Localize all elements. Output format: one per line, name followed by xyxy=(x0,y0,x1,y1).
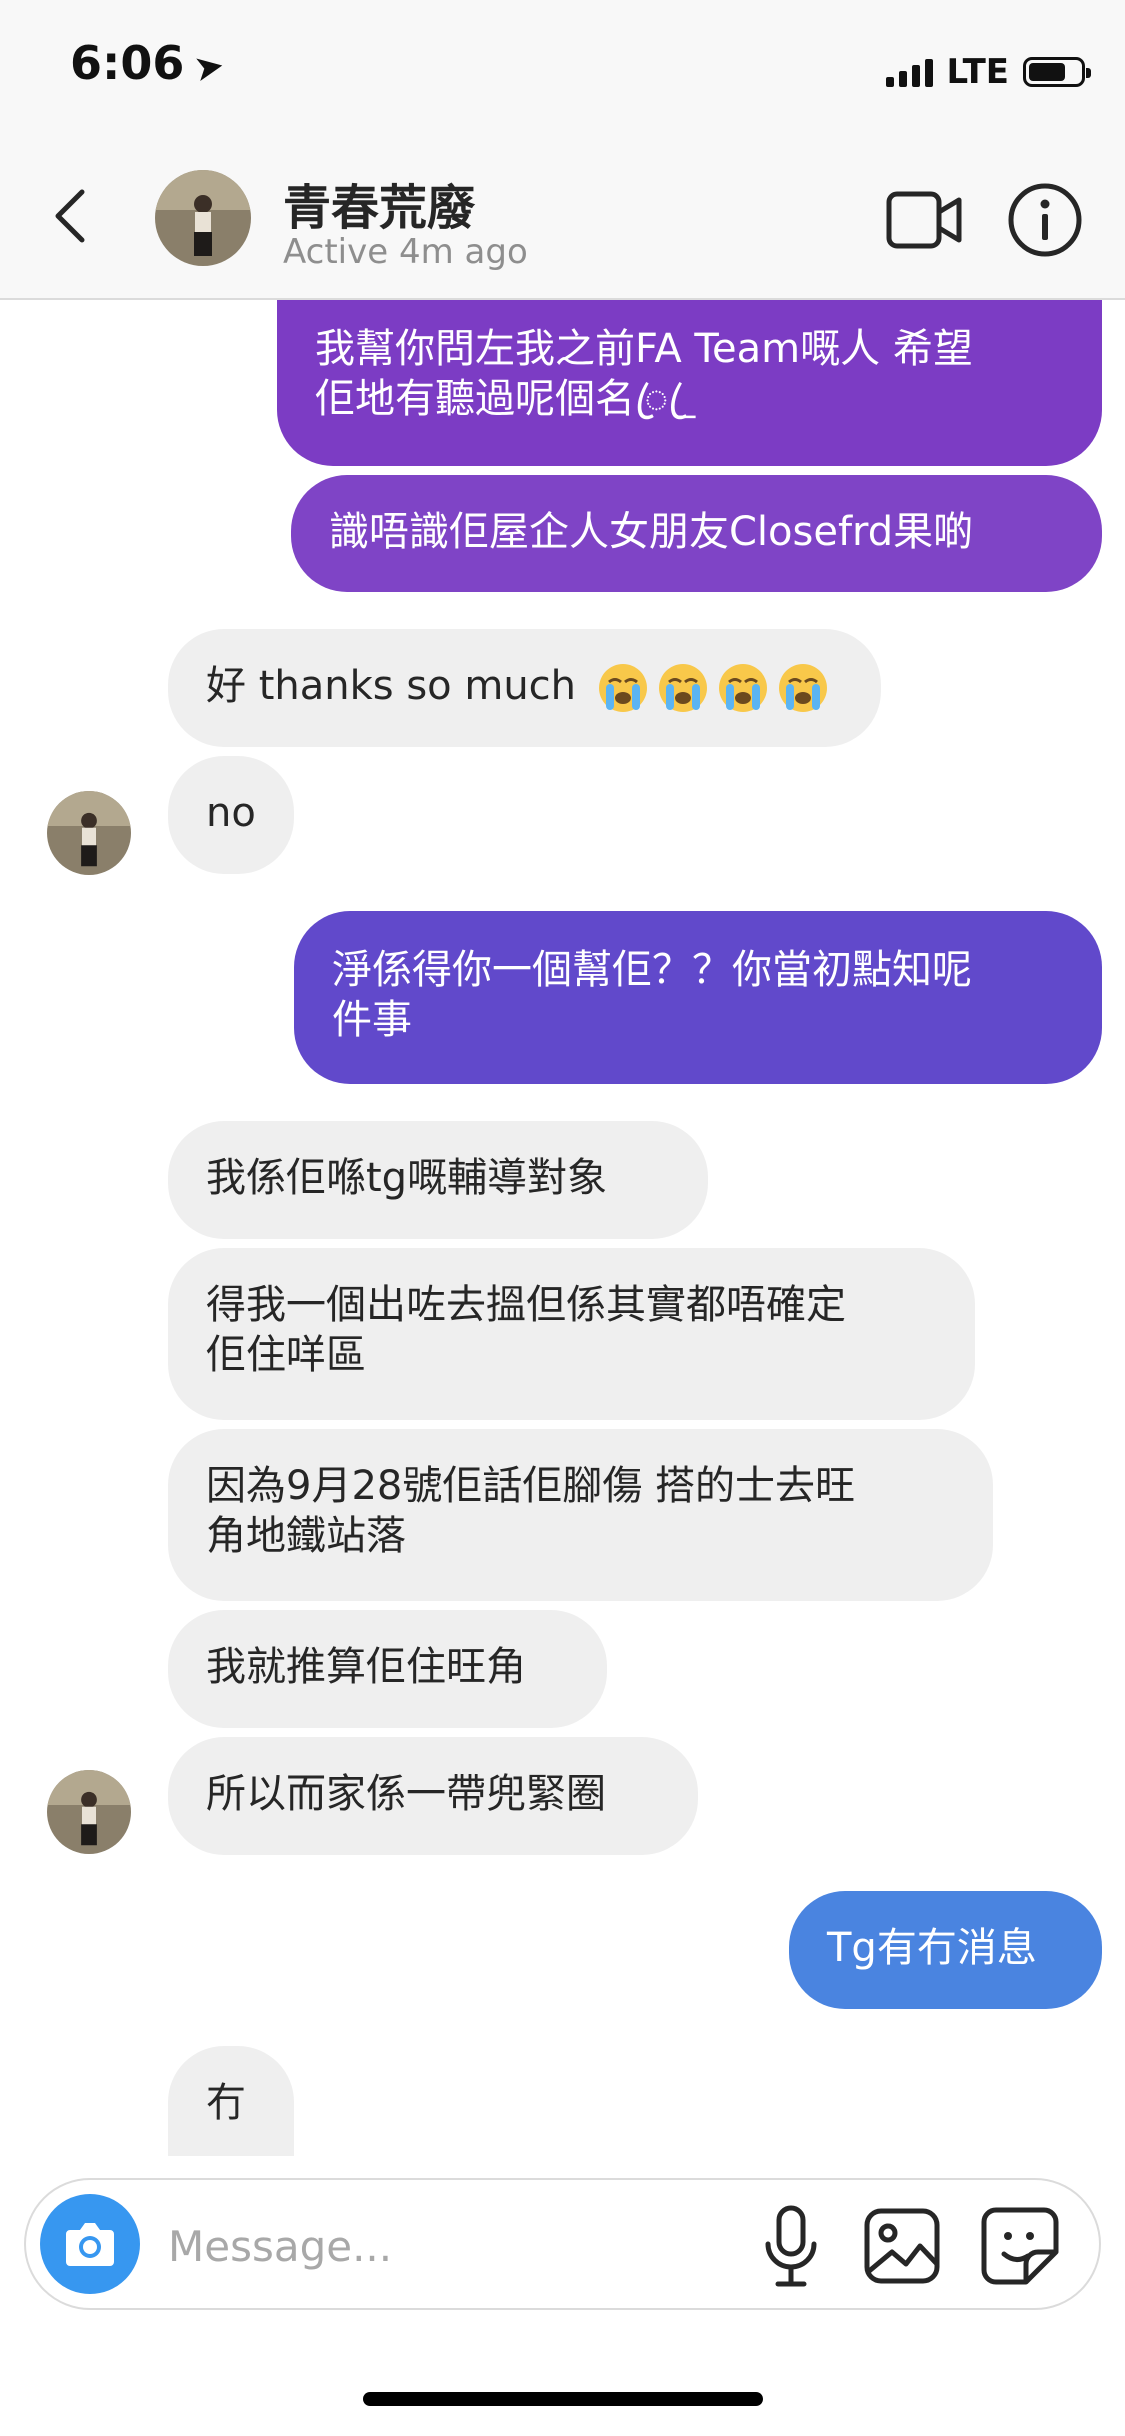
home-indicator[interactable] xyxy=(363,2392,763,2406)
status-time: 6:06 ➤ xyxy=(70,36,228,91)
message-line: 冇 xyxy=(206,2080,246,2126)
loudly-crying-face-icon xyxy=(718,664,767,712)
message-line: 佢住咩區 xyxy=(206,1332,366,1378)
message-line: 佢地有聽過呢個名ꦿ_ꦿ xyxy=(315,376,696,422)
sender-avatar[interactable] xyxy=(47,1770,131,1854)
message-bubble-sent[interactable]: 淨係得你一個幫佢？？你當初點知呢 件事 xyxy=(294,911,1102,1084)
message-line: 我幫你問左我之前FA Team嘅人 希望 xyxy=(315,326,973,372)
camera-icon xyxy=(66,2223,114,2266)
message-bubble-received[interactable]: 因為9月28號佢話佢腳傷 搭的士去旺 角地鐵站落 xyxy=(168,1429,993,1601)
message-line: 得我一個出咗去搵但係其實都唔確定 xyxy=(206,1282,846,1328)
status-right: LTE xyxy=(885,52,1091,92)
active-status: Active 4m ago xyxy=(283,232,528,272)
network-label: LTE xyxy=(946,52,1009,92)
loudly-crying-face-icon xyxy=(658,664,707,712)
message-bubble-sent[interactable]: 識唔識佢屋企人女朋友Closefrd果啲 xyxy=(291,475,1102,592)
message-line: 件事 xyxy=(332,997,412,1043)
chat-header: 青春荒廢 Active 4m ago xyxy=(0,140,1125,300)
contact-name[interactable]: 青春荒廢 xyxy=(283,168,475,238)
emoji-group xyxy=(597,662,829,714)
loudly-crying-face-icon xyxy=(778,664,827,712)
gallery-icon[interactable] xyxy=(862,2206,942,2286)
location-arrow-icon: ➤ xyxy=(191,44,228,91)
sender-avatar[interactable] xyxy=(47,791,131,875)
chevron-left-icon[interactable] xyxy=(50,186,90,246)
message-bubble-received[interactable]: 冇 xyxy=(168,2046,294,2156)
message-line: Tg有冇消息 xyxy=(827,1925,1037,1971)
message-line: 淨係得你一個幫佢？？你當初點知呢 xyxy=(332,947,972,993)
message-bubble-sent[interactable]: Tg有冇消息 xyxy=(789,1891,1102,2009)
message-bubble-received[interactable]: 好 thanks so much xyxy=(168,629,881,747)
message-line: 因為9月28號佢話佢腳傷 搭的士去旺 xyxy=(206,1463,856,1509)
sticker-icon[interactable] xyxy=(978,2204,1062,2288)
message-line: 我就推算佢住旺角 xyxy=(206,1644,526,1690)
battery-icon xyxy=(1023,57,1091,87)
message-line: 識唔識佢屋企人女朋友Closefrd果啲 xyxy=(329,509,974,555)
message-bubble-received[interactable]: 我就推算佢住旺角 xyxy=(168,1610,607,1728)
message-input[interactable] xyxy=(166,2210,730,2282)
microphone-icon[interactable] xyxy=(756,2202,826,2290)
camera-button[interactable] xyxy=(40,2194,140,2294)
video-camera-icon[interactable] xyxy=(885,188,965,252)
message-line: 好 thanks so much xyxy=(206,663,577,709)
status-bar: 6:06 ➤ LTE xyxy=(0,0,1125,140)
message-bubble-received[interactable]: 我係佢喺tg嘅輔導對象 xyxy=(168,1121,708,1239)
message-line: 我係佢喺tg嘅輔導對象 xyxy=(206,1155,608,1201)
message-composer xyxy=(24,2178,1101,2310)
loudly-crying-face-icon xyxy=(598,664,647,712)
message-line: 所以而家係一帶兜緊圈 xyxy=(206,1771,606,1817)
message-bubble-received[interactable]: no xyxy=(168,756,294,874)
message-bubble-received[interactable]: 所以而家係一帶兜緊圈 xyxy=(168,1737,698,1855)
signal-icon xyxy=(885,57,933,87)
avatar[interactable] xyxy=(155,170,251,266)
message-line: 角地鐵站落 xyxy=(206,1513,406,1559)
message-bubble-received[interactable]: 得我一個出咗去搵但係其實都唔確定 佢住咩區 xyxy=(168,1248,975,1420)
info-icon[interactable] xyxy=(1005,180,1085,260)
message-bubble-sent[interactable]: 我幫你問左我之前FA Team嘅人 希望 佢地有聽過呢個名ꦿ_ꦿ xyxy=(277,300,1102,466)
message-line: no xyxy=(206,790,256,836)
